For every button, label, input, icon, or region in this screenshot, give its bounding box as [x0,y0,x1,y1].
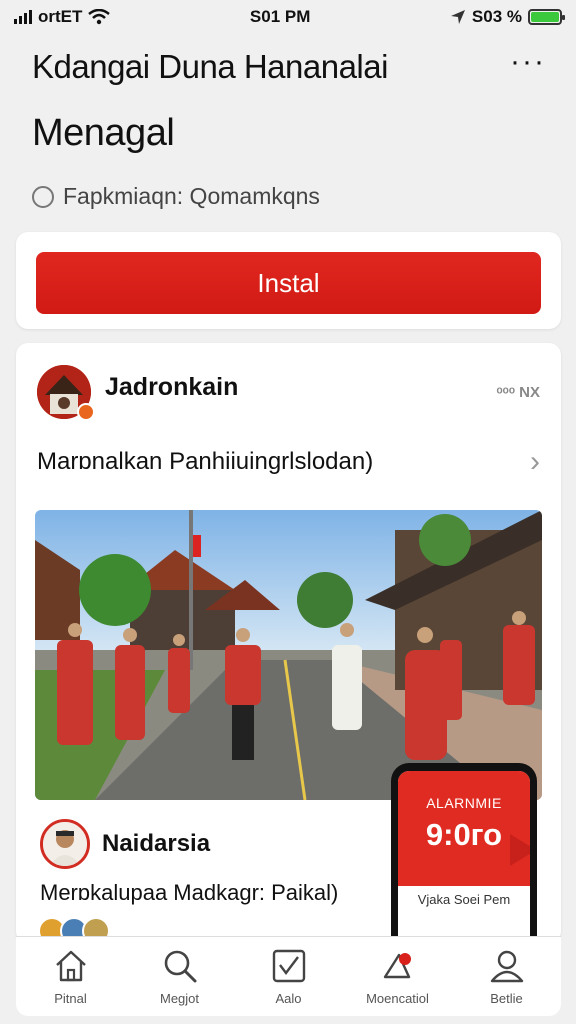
verified-badge-icon [77,403,95,421]
post-author[interactable]: Jadronkain [105,373,238,402]
more-options-button[interactable]: ··· [504,47,552,82]
tab-stats-label: Aalo [275,991,302,1006]
install-button[interactable]: Instal [36,252,541,314]
app-title-text: Kdangai Duna Hananalai [32,48,388,85]
phone-promo[interactable]: ALARNMIE 9:0го Vjaka Soei Pem [391,763,537,943]
home-icon [55,950,86,982]
feed-card: Jadronkain ᵒᵒᵒ NX Marɒnalkan Panhiiuingr… [16,343,561,943]
profile-icon [490,950,523,983]
avatar[interactable] [40,819,90,869]
village-street-photo [35,510,542,800]
phone-caption: Vjaka Soei Pem [417,892,511,907]
location-arrow-icon [450,10,465,24]
alarm-panel: ALARNMIE 9:0го [398,771,530,886]
tab-search-label: Megjot [159,991,200,1006]
avatar[interactable] [37,365,95,421]
status-bar: ortET S01 PM S03 % [0,0,576,34]
tab-notifications[interactable]: Moencatiol [348,947,448,1006]
search-icon [164,950,196,983]
post-meta: ᵒᵒᵒ NX [497,384,540,401]
chart-icon [272,949,305,983]
meta-label: Fapkmiaqn: Qomamkqns [63,183,320,209]
post-image[interactable] [35,510,542,800]
battery-percent: S03 % [471,7,522,26]
phone-screen: ALARNMIE 9:0го Vjaka Soei Pem [398,771,530,943]
tab-notifications-label: Moencatiol [366,991,429,1006]
page-subtitle: Menagal [32,112,175,154]
tab-home-label: Pitnal [54,991,87,1006]
tab-profile-label: Betlie [490,991,523,1006]
radio-icon[interactable] [32,185,54,208]
tab-search[interactable]: Megjot [130,947,230,1006]
post-meta-text: ᵒᵒᵒ NX [496,383,540,401]
alarm-label: ALARNMIE [426,795,502,811]
notification-icon [383,953,411,979]
meta-row[interactable]: Fapkmiaqn: Qomamkqns [32,183,552,210]
tab-home[interactable]: Pitnal [21,947,121,1006]
post-header: Jadronkain ᵒᵒᵒ NX [37,365,540,421]
tab-stats[interactable]: Aalo [239,947,339,1006]
chevron-right-icon[interactable]: › [530,445,540,479]
wifi-icon [88,9,111,25]
tab-profile[interactable]: Betlie [457,947,557,1006]
post-description: Marɒnalkan Panhiiuingrlslodan) [37,448,374,475]
carrier-label: ortET [38,7,83,26]
post2-description: Merɒkalupaa Madkagr: Paikal) [40,880,339,905]
person-avatar-image [43,822,87,866]
clock: S01 PM [249,7,311,26]
bottom-tab-bar: Pitnal Megjot Aalo Moencatiol Betlie [16,936,561,1016]
post2-author[interactable]: Naidarsia [102,830,210,858]
post-description-row[interactable]: Marɒnalkan Panhiiuingrlslodan) › [37,445,540,479]
app-header: Kdangai Duna Hananalai ··· Menagal Fapkm… [32,47,552,210]
install-card: Instal [16,232,561,329]
battery-icon [528,9,565,25]
play-arrow-icon [510,834,530,866]
signal-icon [14,10,32,24]
post2-header: Naidarsia [40,819,210,869]
app-title: Kdangai Duna Hananalai [32,48,388,86]
